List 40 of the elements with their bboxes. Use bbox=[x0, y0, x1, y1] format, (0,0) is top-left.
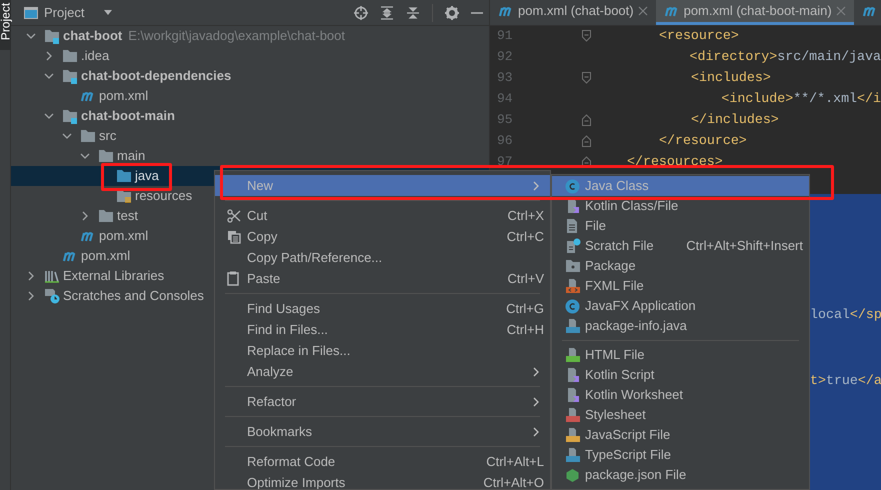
path-hint: E:\workgit\javadog\example\chat-boot bbox=[128, 27, 346, 46]
tree-label: chat-boot-dependencies bbox=[81, 67, 232, 86]
shortcut-label: Ctrl+V bbox=[508, 270, 544, 288]
tree-label: resources bbox=[135, 187, 192, 206]
tree-label: test bbox=[117, 207, 138, 226]
line-number: 96 bbox=[496, 132, 514, 150]
code-fragment: t>true</a bbox=[810, 372, 881, 390]
line-number: 92 bbox=[496, 48, 514, 66]
tree-label: java bbox=[135, 167, 159, 186]
tree-label: pom.xml bbox=[99, 87, 148, 106]
shortcut-label: Ctrl+Alt+Shift+Insert bbox=[686, 237, 803, 256]
tree-label: .idea bbox=[81, 47, 110, 66]
line-number: 94 bbox=[496, 90, 514, 108]
shortcut-label: Ctrl+Alt+O bbox=[483, 474, 544, 489]
shortcut-label: Ctrl+H bbox=[506, 320, 544, 339]
tree-label: chat-boot bbox=[63, 27, 122, 46]
panel-title: Project bbox=[44, 4, 84, 22]
code-line: </resources> bbox=[627, 152, 723, 171]
code-line: </includes> bbox=[691, 110, 779, 129]
shortcut-label: Ctrl+Alt+L bbox=[486, 452, 544, 471]
code-fragment: local</sp bbox=[810, 306, 881, 324]
tree-label: pom.xml bbox=[99, 227, 148, 246]
line-number: 95 bbox=[496, 110, 514, 129]
code-line: </resource> bbox=[659, 132, 747, 150]
line-number: 97 bbox=[496, 152, 514, 171]
code-line: <directory>src/main/java bbox=[689, 48, 881, 66]
tree-label: Scratches and Consoles bbox=[63, 287, 204, 306]
tree-label: src bbox=[99, 127, 116, 146]
tree-label: External Libraries bbox=[63, 267, 164, 286]
line-number: 91 bbox=[496, 26, 514, 45]
shortcut-label: Ctrl+X bbox=[508, 206, 544, 225]
shortcut-label: Ctrl+G bbox=[506, 300, 544, 318]
tree-label: chat-boot-main bbox=[81, 107, 175, 126]
tree-label: main bbox=[117, 147, 146, 166]
line-number: 93 bbox=[496, 68, 514, 87]
tree-label: pom.xml bbox=[81, 247, 130, 266]
shortcut-label: Ctrl+C bbox=[506, 228, 544, 246]
code-line: <include>**/*.xml</i bbox=[721, 90, 881, 108]
code-line: <includes> bbox=[691, 68, 771, 87]
code-line: <resource> bbox=[659, 26, 739, 45]
